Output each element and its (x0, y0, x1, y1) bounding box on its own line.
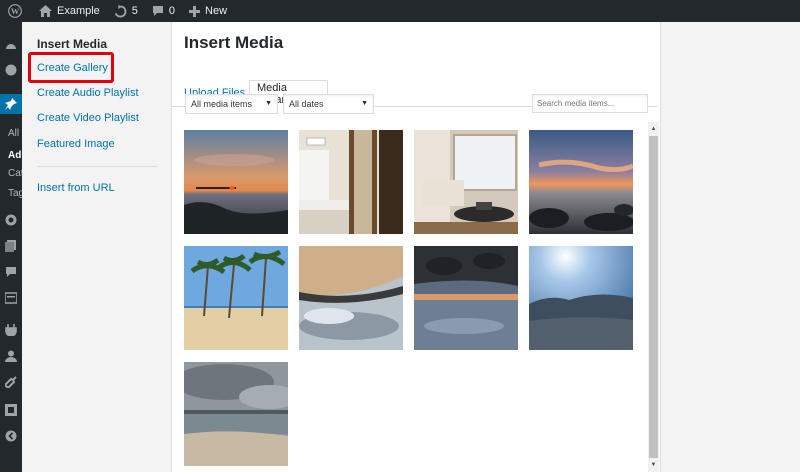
collapse-menu-icon[interactable] (0, 426, 22, 446)
living-room-photo (414, 130, 518, 234)
sand-sky-photo (299, 246, 403, 350)
appearance-icon[interactable] (0, 288, 22, 308)
attachment-thumbnail[interactable] (184, 246, 288, 350)
menu-separator (37, 166, 157, 167)
admin-bar: W Example 5 0 New (0, 0, 800, 22)
tools-wrench-icon[interactable] (0, 372, 22, 392)
sunset-rocks-photo (529, 130, 633, 234)
comment-icon (152, 5, 164, 17)
attachments-scrollbar[interactable]: ▲ ▼ (648, 122, 659, 472)
menu-item-featured-image[interactable]: Featured Image (37, 138, 115, 150)
attachment-thumbnail[interactable] (414, 130, 518, 234)
attachment-thumbnail[interactable] (184, 362, 288, 466)
attachment-thumbnail[interactable] (299, 246, 403, 350)
menu-item-create-video-playlist[interactable]: Create Video Playlist (37, 112, 139, 124)
comments-link[interactable]: 0 (145, 0, 182, 22)
dusk-sea-photo (414, 246, 518, 350)
menu-item-insert-from-url[interactable]: Insert from URL (37, 182, 115, 194)
cloudy-beach-photo (184, 362, 288, 466)
new-label: New (205, 5, 228, 17)
updates-count: 5 (131, 5, 138, 17)
media-type-filter-select[interactable]: All media items ▼ (185, 94, 278, 114)
wordpress-logo-icon[interactable]: W (0, 0, 32, 22)
dashboard-icon[interactable] (0, 36, 22, 56)
settings-gear-icon[interactable] (0, 210, 22, 230)
comments-icon[interactable] (0, 262, 22, 282)
attachments-grid (172, 122, 648, 472)
attachment-thumbnail[interactable] (184, 130, 288, 234)
dropdown-arrow-icon: ▼ (361, 100, 368, 107)
create-gallery-highlight-box (28, 52, 114, 83)
attachment-thumbnail[interactable] (529, 130, 633, 234)
users-icon[interactable] (0, 346, 22, 366)
blue-sky-hills-photo (529, 246, 633, 350)
plugins-icon[interactable] (0, 320, 22, 340)
media-frame-menu: Insert Media Create Gallery Create Audio… (22, 22, 172, 472)
updates-link[interactable]: 5 (107, 0, 145, 22)
scroll-down-arrow-icon[interactable]: ▼ (648, 459, 659, 471)
attachment-thumbnail[interactable] (299, 130, 403, 234)
scrollbar-thumb[interactable] (649, 136, 658, 458)
settings-icon[interactable] (0, 400, 22, 420)
attachment-thumbnail[interactable] (529, 246, 633, 350)
attachment-details-sidebar (660, 22, 800, 472)
pages-icon[interactable] (0, 236, 22, 256)
admin-menu-item-add[interactable]: Ad (8, 150, 21, 161)
updates-icon (114, 4, 127, 18)
site-name-link[interactable]: Example (32, 0, 107, 22)
insert-media-modal: Insert Media Create Gallery Create Audio… (22, 22, 800, 472)
dropdown-arrow-icon: ▼ (265, 100, 272, 107)
menu-heading-insert-media[interactable]: Insert Media (37, 37, 107, 51)
search-media-input[interactable] (532, 94, 648, 113)
posts-pin-icon[interactable] (0, 94, 22, 114)
date-filter-select[interactable]: All dates ▼ (283, 94, 374, 114)
home-icon (39, 5, 52, 17)
attachment-thumbnail[interactable] (414, 246, 518, 350)
sunset-pier-photo (184, 130, 288, 234)
admin-menu: All Ad Cat Tag (0, 22, 24, 472)
jetpack-icon[interactable] (0, 60, 22, 80)
plus-icon (189, 5, 201, 17)
menu-item-create-audio-playlist[interactable]: Create Audio Playlist (37, 87, 139, 99)
frame-title: Insert Media (184, 33, 284, 52)
scroll-up-arrow-icon[interactable]: ▲ (648, 123, 659, 135)
palm-beach-photo (184, 246, 288, 350)
comments-count: 0 (168, 5, 176, 17)
media-type-filter-value: All media items (191, 99, 253, 109)
site-name-label: Example (57, 5, 100, 17)
bedroom-photo (299, 130, 403, 234)
date-filter-value: All dates (289, 99, 324, 109)
new-content-link[interactable]: New (182, 0, 234, 22)
admin-menu-item-all[interactable]: All (8, 128, 19, 139)
svg-text:W: W (11, 7, 20, 16)
